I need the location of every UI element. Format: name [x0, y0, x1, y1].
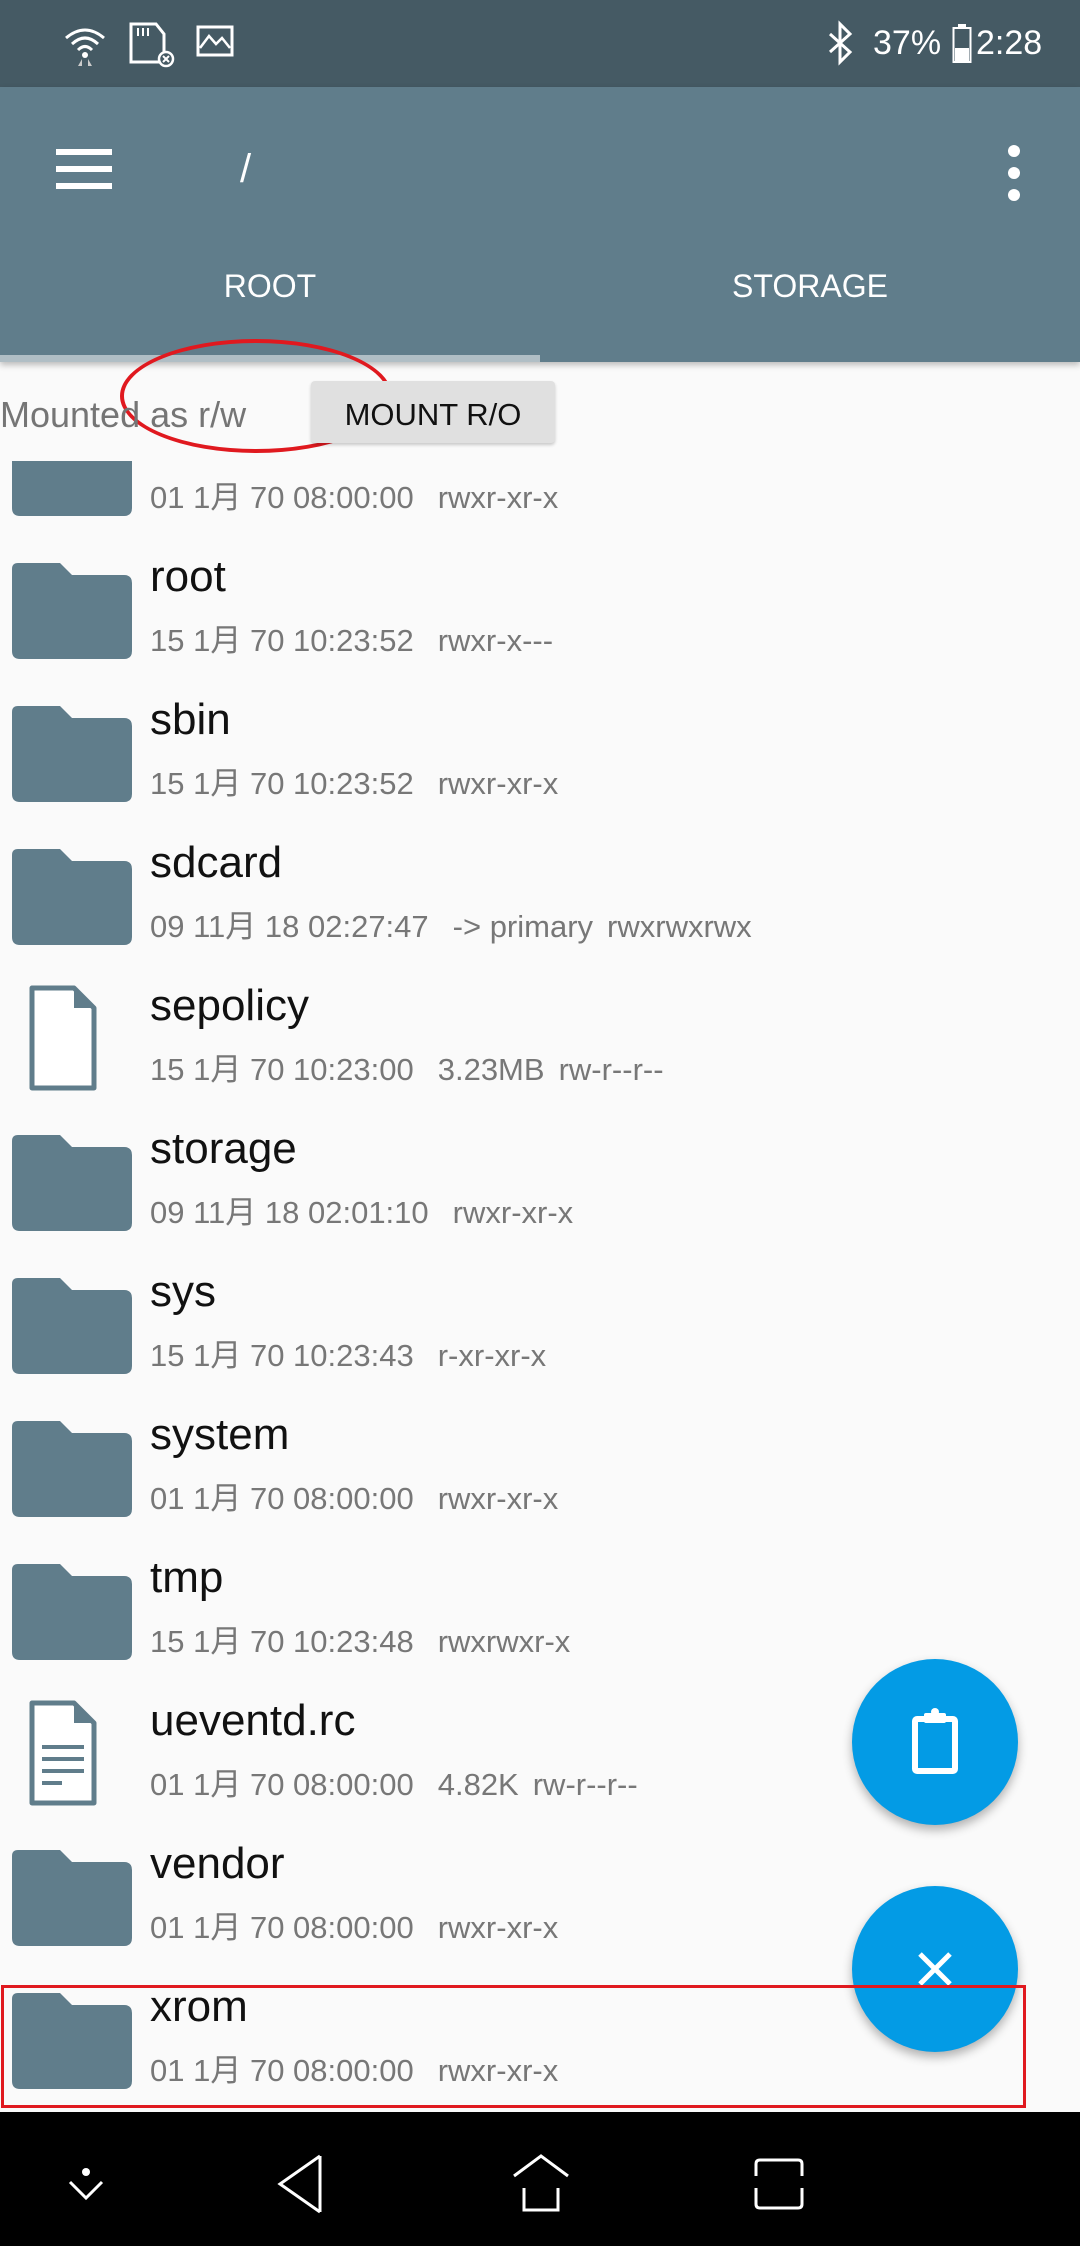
file-meta: 01 1月 70 08:00:00 rwxr-xr-x [150, 1473, 572, 1518]
file-name: root [150, 552, 226, 601]
hamburger-icon[interactable] [56, 149, 112, 189]
paste-fab[interactable] [852, 1659, 1018, 1825]
folder-icon [12, 461, 132, 516]
file-name: sbin [150, 695, 231, 744]
file-date: 15 1月 70 10:23:48 [150, 1624, 414, 1659]
file-extra: -> primary [452, 909, 594, 944]
image-icon [196, 25, 234, 57]
folder-icon [12, 1850, 132, 1946]
battery-percent: 37% [873, 24, 942, 62]
file-date: 15 1月 70 10:23:00 [150, 1052, 414, 1087]
folder-icon [12, 1564, 132, 1660]
recents-icon[interactable] [752, 2158, 806, 2210]
file-perms: rwxr-xr-x [437, 480, 559, 515]
file-extra: 4.82K [437, 1767, 519, 1802]
annotation-highlight-box [1, 1985, 1026, 2108]
folder-icon [12, 849, 132, 945]
sd-card-icon [129, 22, 175, 68]
tab-storage[interactable]: STORAGE [540, 257, 1080, 355]
folder-icon [12, 1421, 132, 1517]
file-perms: r-xr-xr-x [437, 1338, 547, 1373]
clipboard-icon [912, 1708, 958, 1774]
file-list-item[interactable]: system 01 1月 70 08:00:00 rwxr-xr-x [0, 1406, 1080, 1549]
folder-icon [12, 563, 132, 659]
file-icon [12, 985, 132, 1091]
file-name: tmp [150, 1553, 224, 1602]
file-date: 15 1月 70 10:23:52 [150, 623, 414, 658]
bluetooth-icon [828, 20, 853, 66]
folder-icon [12, 1278, 132, 1374]
file-perms: rwxr-xr-x [437, 766, 559, 801]
file-meta: 15 1月 70 10:23:00 3.23MB rw-r--r-- [150, 1044, 678, 1089]
file-date: 15 1月 70 10:23:43 [150, 1338, 414, 1373]
file-date: 09 11月 18 02:27:47 [150, 909, 429, 944]
tab-storage-label: STORAGE [732, 268, 888, 304]
file-name: ueventd.rc [150, 1696, 356, 1745]
mount-ro-button[interactable]: MOUNT R/O [311, 381, 555, 443]
file-meta: 15 1月 70 10:23:52 rwxr-x--- [150, 615, 567, 660]
battery-icon [952, 24, 972, 63]
file-perms: rwxrwxr-x [437, 1624, 571, 1659]
file-name: sdcard [150, 838, 283, 887]
home-icon[interactable] [510, 2154, 572, 2214]
collapse-down-icon[interactable] [62, 2158, 110, 2206]
file-meta: 01 1月 70 08:00:00 4.82K rw-r--r-- [150, 1759, 652, 1804]
file-name: system [150, 1410, 290, 1459]
file-date: 09 11月 18 02:01:10 [150, 1195, 429, 1230]
text-file-icon [12, 1700, 132, 1806]
folder-icon [12, 1135, 132, 1231]
file-date: 01 1月 70 08:00:00 [150, 1910, 414, 1945]
file-meta: 09 11月 18 02:01:10 rwxr-xr-x [150, 1187, 587, 1232]
file-list-item[interactable]: sbin 15 1月 70 10:23:52 rwxr-xr-x [0, 691, 1080, 834]
file-date: 01 1月 70 08:00:00 [150, 480, 414, 515]
more-vert-icon[interactable] [1003, 145, 1025, 201]
file-perms: rwxr-x--- [437, 623, 554, 658]
mount-status: Mounted as r/w [0, 394, 247, 435]
file-perms: rwxrwxrwx [607, 909, 752, 944]
file-perms: rwxr-xr-x [437, 1481, 559, 1516]
file-name: sepolicy [150, 981, 309, 1030]
file-meta: 15 1月 70 10:23:43 r-xr-xr-x [150, 1330, 560, 1375]
file-name: storage [150, 1124, 297, 1173]
file-meta: 15 1月 70 10:23:48 rwxrwxr-x [150, 1616, 584, 1661]
file-date: 15 1月 70 10:23:52 [150, 766, 414, 801]
path-title: / [240, 147, 252, 191]
file-perms: rw-r--r-- [558, 1052, 664, 1087]
file-extra: 3.23MB [437, 1052, 545, 1087]
file-list-item[interactable]: 01 1月 70 08:00:00 rwxr-xr-x [0, 461, 1080, 548]
file-date: 01 1月 70 08:00:00 [150, 1481, 414, 1516]
file-name: sys [150, 1267, 216, 1316]
file-meta: 01 1月 70 08:00:00 rwxr-xr-x [150, 472, 572, 517]
clock: 2:28 [976, 24, 1043, 62]
file-perms: rw-r--r-- [532, 1767, 638, 1802]
file-meta: 15 1月 70 10:23:52 rwxr-xr-x [150, 758, 572, 803]
file-date: 01 1月 70 08:00:00 [150, 1767, 414, 1802]
app-toolbar: / ROOT STORAGE [0, 87, 1080, 453]
folder-icon [12, 706, 132, 802]
file-perms: rwxr-xr-x [437, 1910, 559, 1945]
file-list-item[interactable]: storage 09 11月 18 02:01:10 rwxr-xr-x [0, 1120, 1080, 1263]
file-meta: 01 1月 70 08:00:00 rwxr-xr-x [150, 1902, 572, 1947]
file-meta: 09 11月 18 02:27:47 -> primary rwxrwxrwx [150, 901, 766, 946]
tab-root-label: ROOT [223, 268, 317, 304]
file-list-item[interactable]: root 15 1月 70 10:23:52 rwxr-x--- [0, 548, 1080, 691]
status-bar: 37% 2:28 [0, 0, 1080, 87]
mount-bar: Mounted as r/w MOUNT R/O [0, 378, 1080, 448]
file-name: vendor [150, 1839, 285, 1888]
navigation-bar [0, 2112, 1080, 2246]
wifi-icon [65, 28, 105, 66]
file-list-item[interactable]: sys 15 1月 70 10:23:43 r-xr-xr-x [0, 1263, 1080, 1406]
file-list[interactable]: 01 1月 70 08:00:00 rwxr-xr-x root 15 1月 70 1… [0, 461, 1080, 2112]
back-icon[interactable] [272, 2152, 328, 2216]
file-list-item[interactable]: sdcard 09 11月 18 02:27:47 -> primary rwxrwx… [0, 834, 1080, 977]
file-perms: rwxr-xr-x [452, 1195, 574, 1230]
file-list-item[interactable]: sepolicy 15 1月 70 10:23:00 3.23MB rw-r--r-- [0, 977, 1080, 1120]
